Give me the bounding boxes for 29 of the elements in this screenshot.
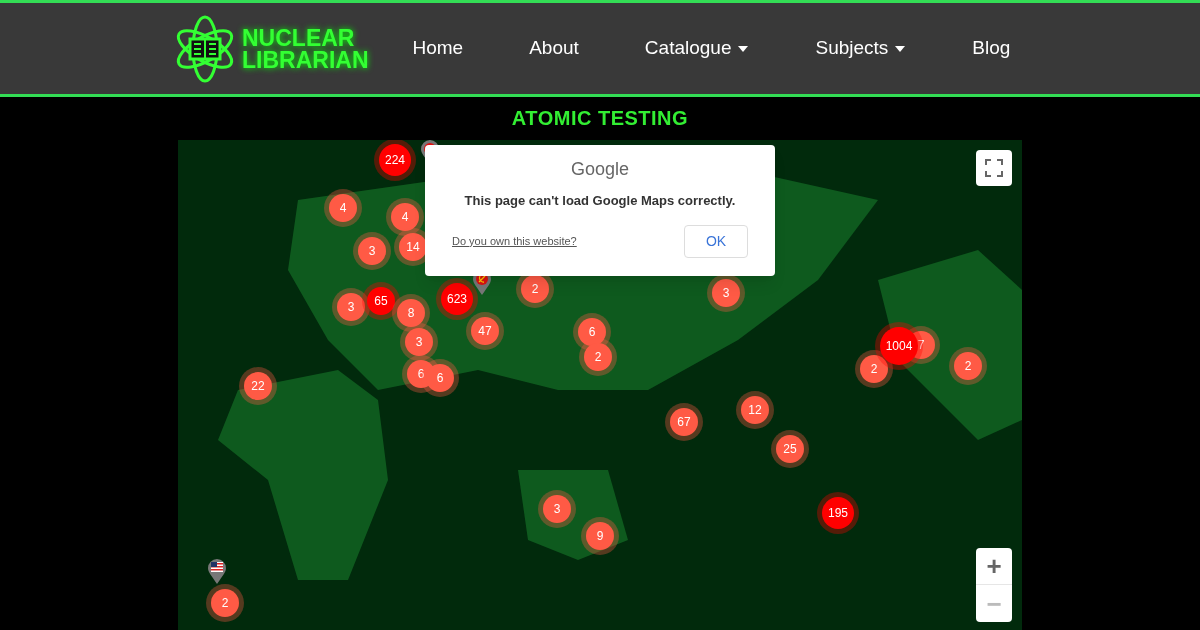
page-title: ATOMIC TESTING xyxy=(510,106,690,131)
dialog-message: This page can't load Google Maps correctly. xyxy=(463,192,737,210)
logo-text[interactable]: NUCLEAR xyxy=(242,26,369,49)
nav-link[interactable]: Subjects xyxy=(815,34,907,63)
nav-link[interactable]: Blog xyxy=(972,34,1011,63)
map-placeholder[interactable]: 224 4 4 3 14 2 3 3 65 8 623 3 47 6 1004 7 6 6 2 2 2 22 67 12 25 3 195 9 2 Google This page can't load Google Maps correctly. Do you own this website? OK + − xyxy=(178,140,1022,630)
cluster-marker[interactable]: 6 xyxy=(426,364,454,392)
nav-link[interactable]: About xyxy=(529,34,579,63)
cluster-marker[interactable]: 195 xyxy=(822,497,854,529)
nav-link[interactable]: Home xyxy=(412,34,464,63)
logo-text[interactable]: LIBRARIAN xyxy=(242,48,369,71)
ownership-link[interactable]: Do you own this website? xyxy=(452,232,577,250)
cluster-marker[interactable]: 67 xyxy=(670,408,698,436)
fullscreen-icon xyxy=(985,159,1003,177)
cluster-marker[interactable]: 25 xyxy=(776,435,804,463)
caret-icon xyxy=(737,44,750,53)
map-pin-icon[interactable] xyxy=(207,559,227,585)
nav-link[interactable]: Catalogue xyxy=(644,34,750,63)
cluster-marker[interactable]: 2 xyxy=(860,355,888,383)
dialog-brand: Google xyxy=(569,158,630,181)
cluster-marker[interactable]: 12 xyxy=(741,396,769,424)
caret-icon xyxy=(894,44,907,53)
fullscreen-button[interactable] xyxy=(976,150,1012,186)
cluster-marker[interactable]: 22 xyxy=(244,372,272,400)
zoom-in-button[interactable]: + xyxy=(976,548,1012,585)
cluster-marker[interactable]: 2 xyxy=(211,589,239,617)
ok-button[interactable]: OK xyxy=(684,224,748,258)
zoom-out-button[interactable]: − xyxy=(976,585,1012,622)
cluster-marker[interactable]: 224 xyxy=(379,144,411,176)
